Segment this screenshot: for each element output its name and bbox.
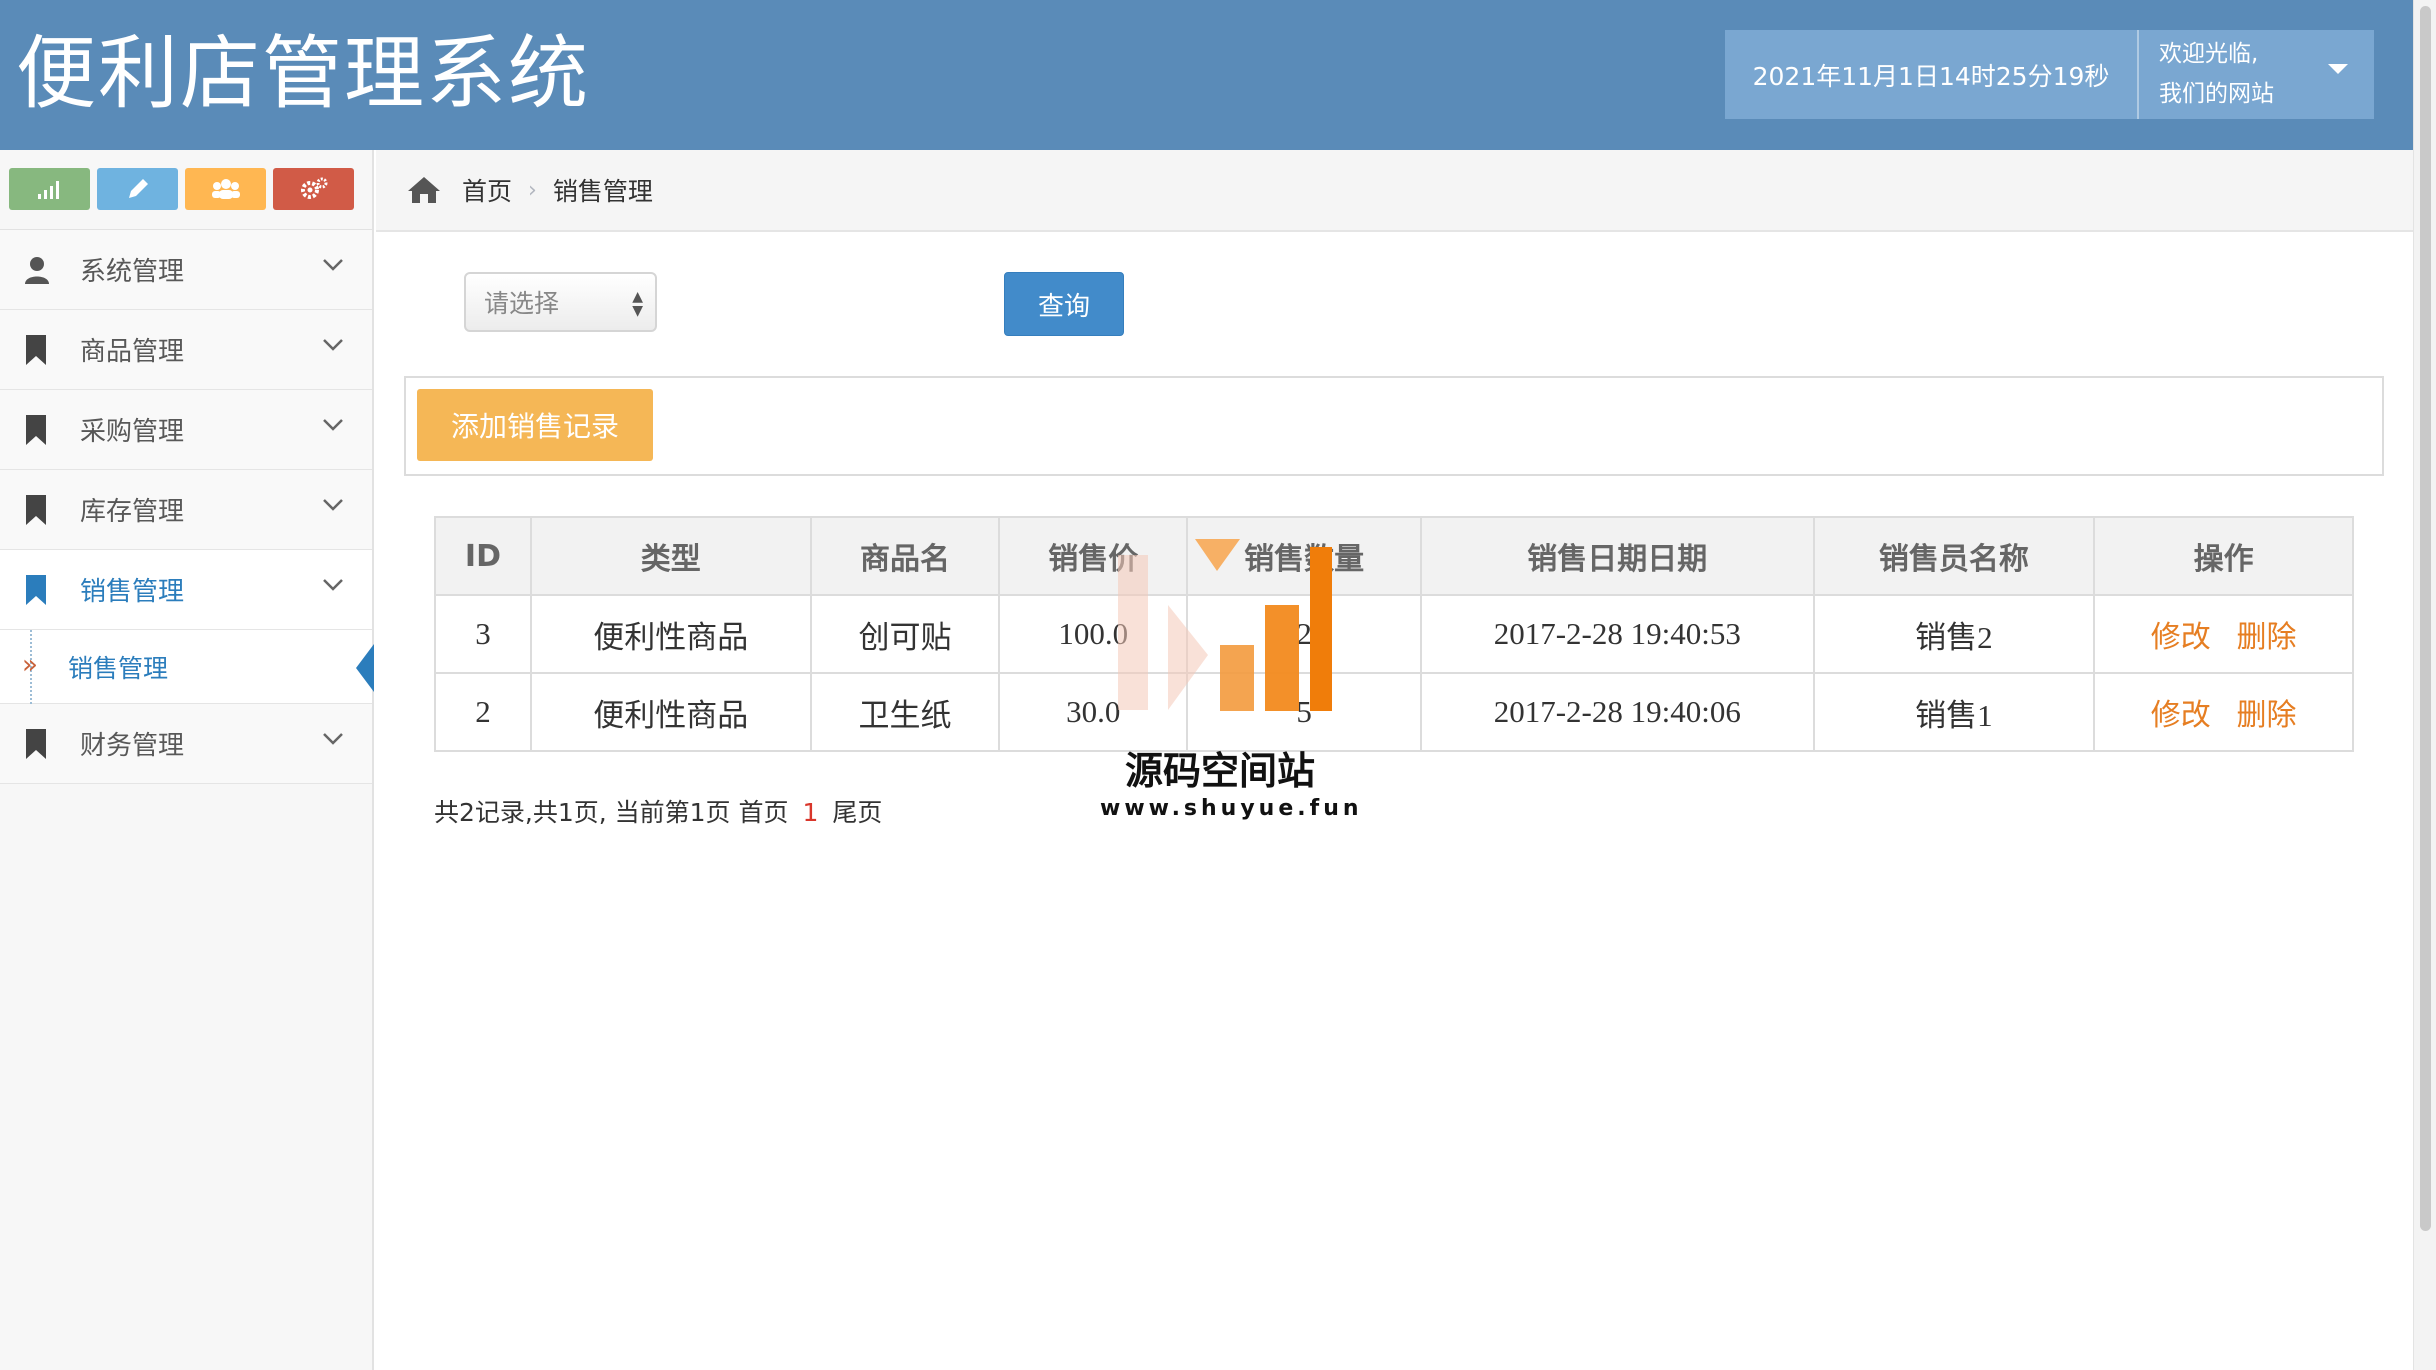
user-info-box[interactable]: 2021年11月1日14时25分19秒 欢迎光临, 我们的网站 bbox=[1725, 30, 2374, 119]
pencil-icon[interactable] bbox=[97, 168, 178, 210]
sidebar-subitem-sales[interactable]: » 销售管理 bbox=[0, 630, 374, 704]
col-header-seller: 销售员名称 bbox=[1812, 516, 2096, 596]
toolbar-box: 添加销售记录 bbox=[404, 376, 2384, 476]
sidebar-item-label: 采购管理 bbox=[80, 417, 185, 447]
breadcrumb: 首页 › 销售管理 bbox=[376, 150, 2413, 232]
pagination-summary: 共2记录,共1页, 当前第1页 首页 bbox=[434, 798, 789, 827]
watermark-url: www.shuyue.fun bbox=[1100, 796, 1363, 821]
home-icon[interactable] bbox=[406, 175, 442, 205]
cell-type: 便利性商品 bbox=[529, 672, 812, 752]
col-header-type: 类型 bbox=[529, 516, 812, 596]
chevron-down-icon bbox=[323, 339, 343, 351]
app-title: 便利店管理系统 bbox=[16, 27, 590, 120]
cell-actions: 修改 删除 bbox=[2093, 672, 2354, 752]
sidebar-item-purchase[interactable]: 采购管理 bbox=[0, 390, 372, 470]
watermark-name: 源码空间站 bbox=[1124, 749, 1315, 793]
col-header-date: 销售日期日期 bbox=[1419, 516, 1815, 596]
sidebar-item-inventory[interactable]: 库存管理 bbox=[0, 470, 372, 550]
query-button[interactable]: 查询 bbox=[1004, 272, 1124, 336]
cell-seller: 销售1 bbox=[1812, 672, 2096, 752]
sidebar-item-goods[interactable]: 商品管理 bbox=[0, 310, 372, 390]
sidebar-item-finance[interactable]: 财务管理 bbox=[0, 704, 372, 784]
table-row: 2 便利性商品 卫生纸 30.0 5 2017-2-28 19:40:06 销售… bbox=[434, 672, 2354, 752]
select-arrows-icon: ▲ ▼ bbox=[632, 289, 643, 319]
cogs-icon[interactable] bbox=[273, 168, 354, 210]
cell-type: 便利性商品 bbox=[529, 594, 812, 674]
scrollbar-thumb[interactable] bbox=[2420, 6, 2431, 1231]
pagination-current-page[interactable]: 1 bbox=[802, 798, 818, 827]
users-icon[interactable] bbox=[185, 168, 266, 210]
bookmark-icon bbox=[24, 334, 52, 365]
page-scrollbar[interactable] bbox=[2413, 0, 2436, 1370]
delete-link[interactable]: 删除 bbox=[2237, 620, 2297, 655]
cell-id: 2 bbox=[434, 672, 532, 752]
cell-actions: 修改 删除 bbox=[2093, 594, 2354, 674]
col-header-name: 商品名 bbox=[809, 516, 1001, 596]
sidebar-item-sales[interactable]: 销售管理 bbox=[0, 550, 372, 630]
chevron-down-icon bbox=[323, 499, 343, 511]
add-sales-record-button[interactable]: 添加销售记录 bbox=[417, 389, 653, 461]
pagination: 共2记录,共1页, 当前第1页 首页 1 尾页 bbox=[434, 793, 882, 829]
sidebar-item-label: 财务管理 bbox=[80, 731, 185, 761]
edit-link[interactable]: 修改 bbox=[2151, 620, 2211, 655]
sales-table: ID 类型 商品名 销售价 销售数量 销售日期日期 销售员名称 操作 3 便利性… bbox=[434, 516, 2354, 752]
table-row: 3 便利性商品 创可贴 100.0 2 2017-2-28 19:40:53 销… bbox=[434, 594, 2354, 674]
col-header-actions: 操作 bbox=[2093, 516, 2354, 596]
cell-date: 2017-2-28 19:40:06 bbox=[1419, 672, 1815, 752]
bookmark-icon bbox=[24, 414, 52, 445]
sidebar-subitem-label: 销售管理 bbox=[68, 653, 169, 683]
top-header: 便利店管理系统 2021年11月1日14时25分19秒 欢迎光临, 我们的网站 bbox=[0, 0, 2413, 150]
edit-link[interactable]: 修改 bbox=[2151, 698, 2211, 733]
cell-seller: 销售2 bbox=[1812, 594, 2096, 674]
cell-name: 创可贴 bbox=[809, 594, 1001, 674]
chevron-down-icon bbox=[323, 259, 343, 271]
welcome-line-2: 我们的网站 bbox=[2159, 81, 2274, 107]
chevron-down-icon bbox=[323, 419, 343, 431]
sidebar-item-label: 系统管理 bbox=[80, 257, 185, 287]
pagination-last-page[interactable]: 尾页 bbox=[832, 798, 882, 827]
chevron-down-icon bbox=[323, 579, 343, 591]
active-indicator-arrow bbox=[356, 644, 374, 692]
bookmark-icon bbox=[24, 728, 52, 759]
breadcrumb-home[interactable]: 首页 bbox=[462, 172, 512, 208]
shortcut-buttons bbox=[0, 150, 372, 230]
type-select[interactable]: 请选择 ▲ ▼ bbox=[464, 272, 657, 332]
double-chevron-right-icon: » bbox=[22, 650, 38, 680]
caret-down-icon[interactable] bbox=[2328, 64, 2348, 74]
user-menu-toggle[interactable]: 欢迎光临, 我们的网站 bbox=[2139, 30, 2374, 119]
chevron-right-icon: › bbox=[528, 177, 537, 203]
cell-name: 卫生纸 bbox=[809, 672, 1001, 752]
datetime-display: 2021年11月1日14时25分19秒 bbox=[1725, 30, 2139, 119]
cell-date: 2017-2-28 19:40:53 bbox=[1419, 594, 1815, 674]
sidebar-item-system[interactable]: 系统管理 bbox=[0, 230, 372, 310]
select-value: 请选择 bbox=[484, 289, 560, 318]
col-header-id: ID bbox=[434, 516, 532, 596]
bookmark-icon bbox=[24, 574, 52, 605]
table-header-row: ID 类型 商品名 销售价 销售数量 销售日期日期 销售员名称 操作 bbox=[434, 516, 2354, 596]
sidebar: 系统管理 商品管理 采购管理 库存管理 销售管理 » 销售管理 财务管理 bbox=[0, 150, 374, 1370]
signal-icon[interactable] bbox=[9, 168, 90, 210]
user-icon bbox=[24, 255, 52, 285]
chevron-down-icon bbox=[323, 733, 343, 745]
sidebar-item-label: 销售管理 bbox=[80, 577, 185, 607]
sidebar-item-label: 库存管理 bbox=[80, 497, 185, 527]
delete-link[interactable]: 删除 bbox=[2237, 698, 2297, 733]
bookmark-icon bbox=[24, 494, 52, 525]
cell-id: 3 bbox=[434, 594, 532, 674]
sidebar-item-label: 商品管理 bbox=[80, 337, 185, 367]
breadcrumb-current: 销售管理 bbox=[552, 177, 653, 206]
